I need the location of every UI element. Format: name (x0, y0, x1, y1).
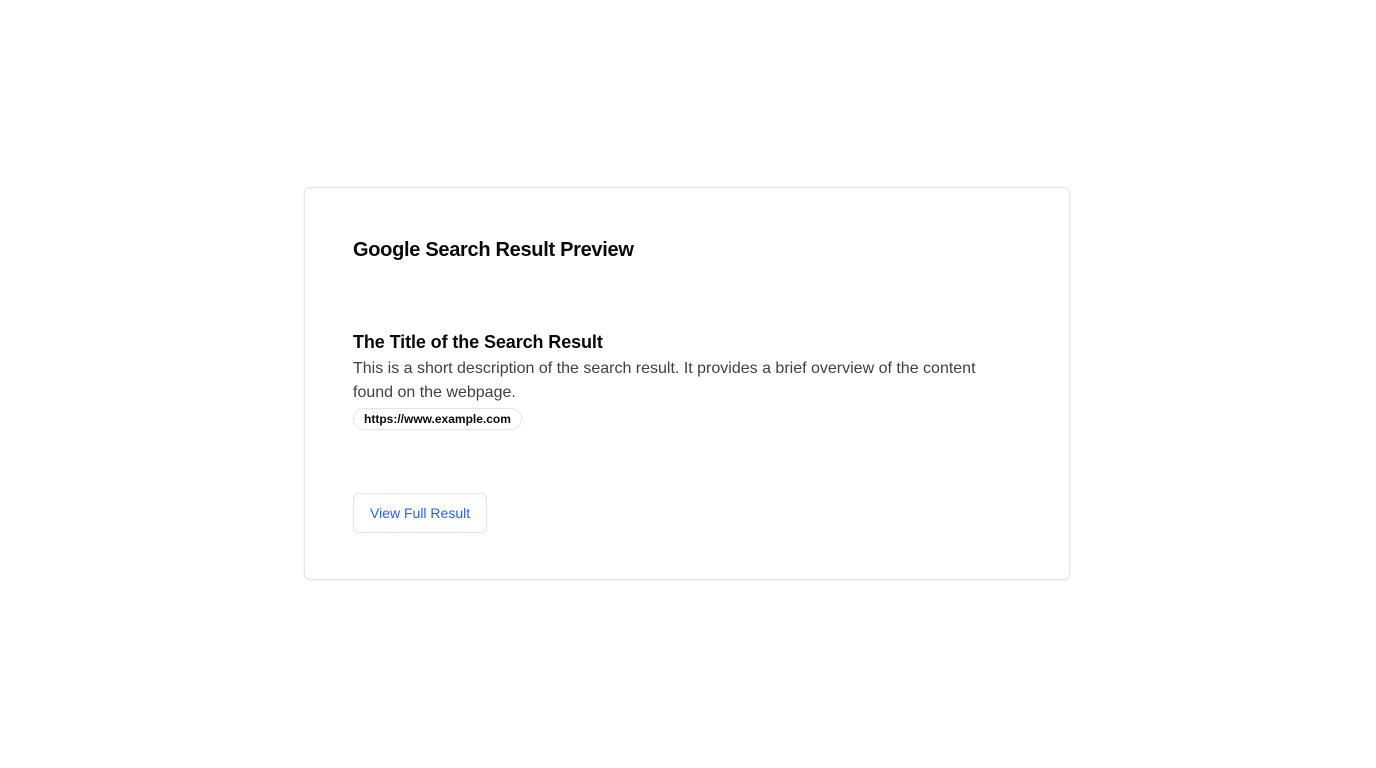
search-result: The Title of the Search Result This is a… (353, 330, 993, 430)
result-description: This is a short description of the searc… (353, 360, 976, 401)
search-preview-card: Google Search Result Preview The Title o… (304, 187, 1070, 580)
view-full-result-button[interactable]: View Full Result (353, 493, 488, 533)
result-title[interactable]: The Title of the Search Result (353, 330, 993, 354)
result-url-badge[interactable]: https://www.example.com (353, 408, 522, 430)
card-title: Google Search Result Preview (353, 239, 634, 261)
